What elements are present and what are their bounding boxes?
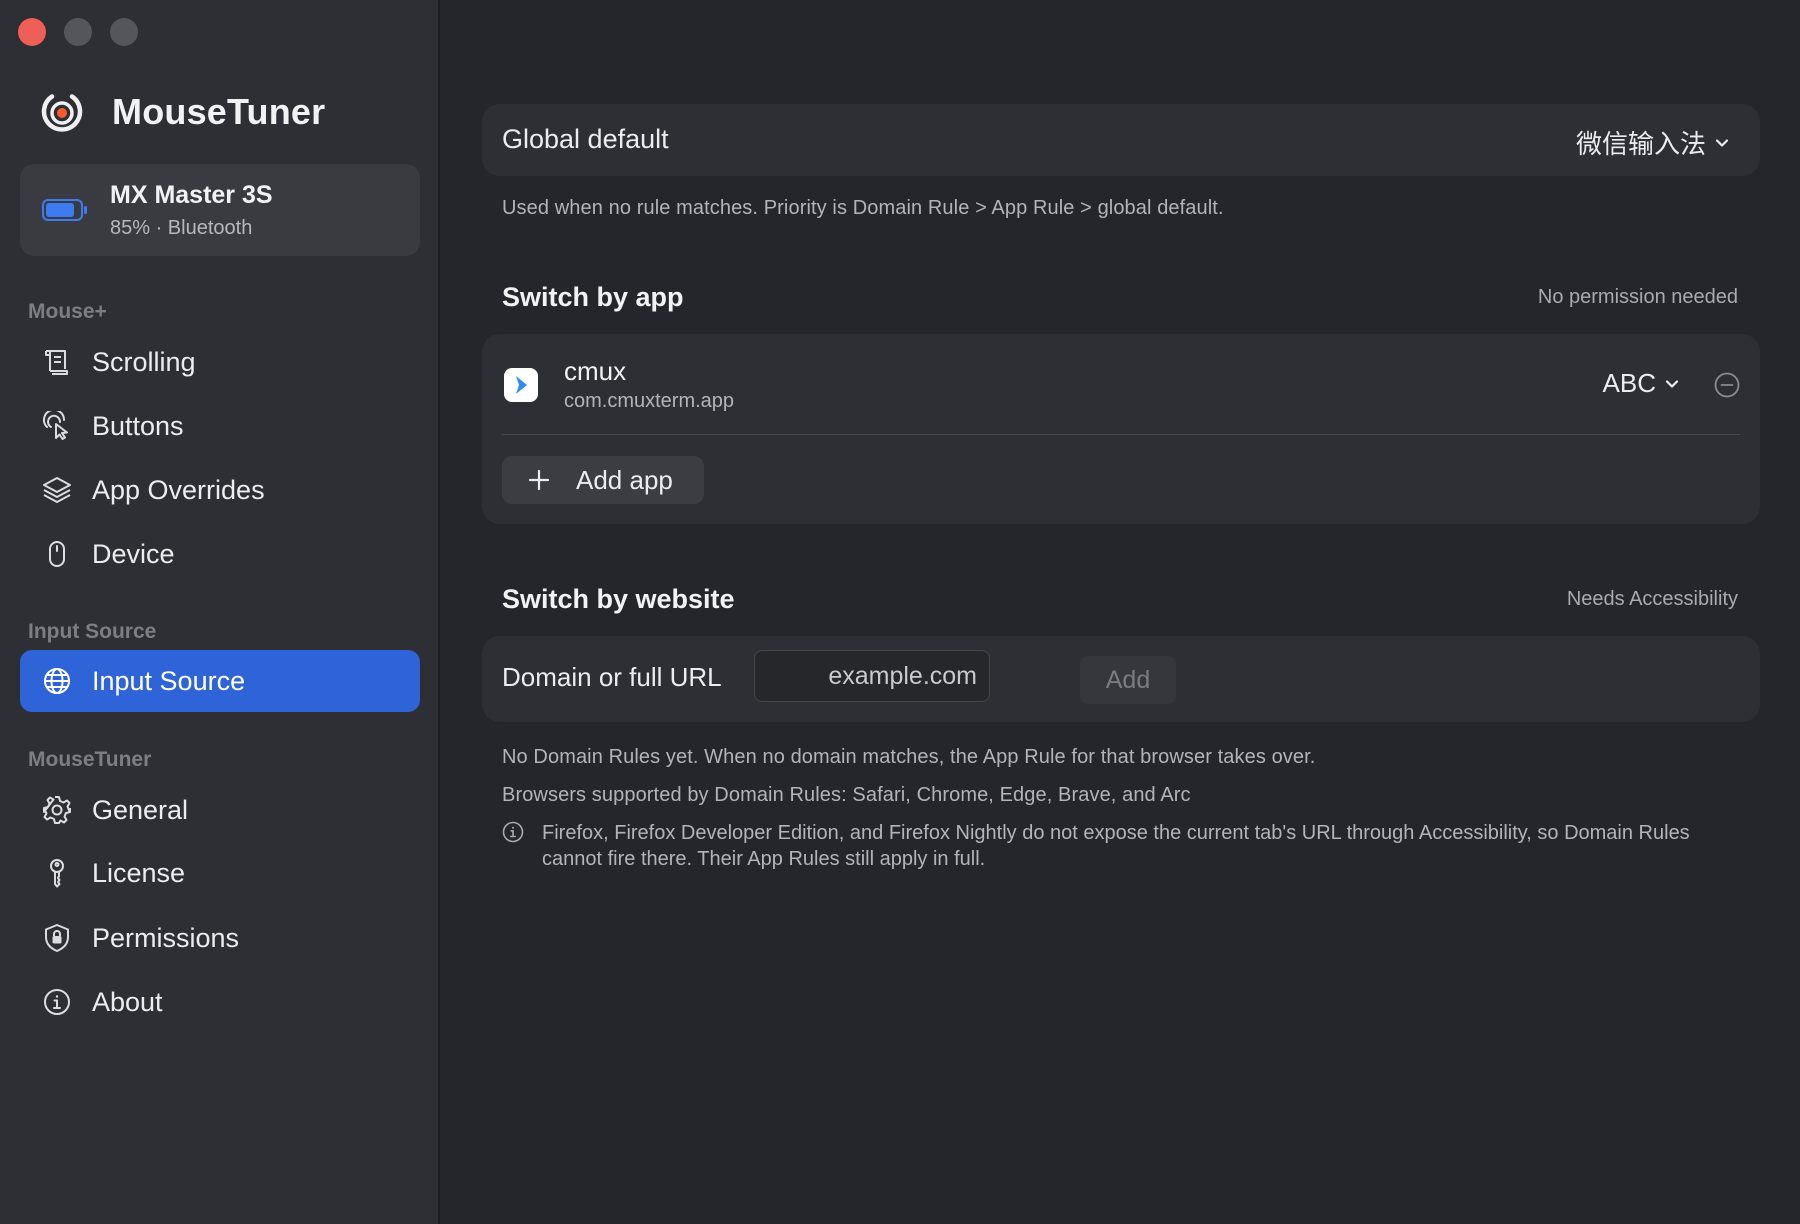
sidebar-item-license[interactable]: License — [20, 842, 420, 904]
global-default-label: Global default — [502, 124, 669, 154]
global-default-select[interactable]: 微信输入法 — [1576, 124, 1730, 161]
add-app-label: Add app — [576, 464, 673, 495]
sidebar-item-label: License — [92, 857, 186, 888]
app-input-source-select[interactable]: ABC — [1603, 368, 1680, 399]
supported-browsers-text: Browsers supported by Domain Rules: Safa… — [502, 784, 1191, 806]
shield-lock-icon — [42, 923, 72, 953]
sidebar-item-label: Permissions — [92, 922, 240, 953]
global-default-value: 微信输入法 — [1575, 129, 1706, 159]
switch-by-website-note: Needs Accessibility — [1566, 588, 1738, 610]
minimize-window-button[interactable] — [64, 18, 92, 46]
layers-icon — [42, 475, 72, 505]
app-rules-card: cmux com.cmuxterm.app ABC Add app — [482, 334, 1760, 524]
sidebar-section-input-source: Input Source — [28, 620, 157, 643]
cmux-app-icon — [504, 368, 538, 402]
sidebar-item-input-source[interactable]: Input Source — [20, 650, 420, 712]
globe-icon — [42, 666, 72, 696]
sidebar-section-mouse-plus: Mouse+ — [28, 300, 107, 323]
app-input-source-value: ABC — [1602, 368, 1656, 398]
add-domain-button[interactable]: Add — [1080, 656, 1176, 704]
global-default-card: Global default 微信输入法 — [482, 104, 1760, 176]
sidebar-item-about[interactable]: About — [20, 971, 420, 1033]
sidebar-item-app-overrides[interactable]: App Overrides — [20, 459, 420, 521]
app-rule-row: cmux com.cmuxterm.app ABC — [482, 334, 1760, 434]
app-brand: MouseTuner — [38, 84, 325, 140]
sidebar-item-label: Input Source — [92, 665, 246, 696]
sidebar-item-device[interactable]: Device — [20, 523, 420, 585]
device-status: 85% · Bluetooth — [110, 216, 253, 239]
domain-url-input[interactable] — [754, 650, 990, 702]
device-card[interactable]: MX Master 3S 85% · Bluetooth — [20, 164, 420, 256]
app-window: MouseTuner MX Master 3S 85% · Bluetooth … — [0, 0, 1800, 1224]
device-name: MX Master 3S — [110, 180, 273, 209]
sidebar-item-label: General — [92, 794, 189, 825]
sidebar-item-label: Scrolling — [92, 346, 196, 377]
domain-rule-card: Domain or full URL Add — [482, 636, 1760, 722]
mouse-icon — [42, 539, 72, 569]
battery-icon — [42, 199, 87, 221]
pointer-click-icon — [42, 411, 72, 441]
scroll-icon — [42, 347, 72, 377]
sidebar-section-mousetuner: MouseTuner — [28, 748, 152, 771]
close-window-button[interactable] — [18, 18, 46, 46]
sidebar-item-label: Buttons — [92, 410, 184, 441]
domain-rules-empty-text: No Domain Rules yet. When no domain matc… — [502, 746, 1316, 768]
info-icon — [502, 821, 524, 843]
gear-icon — [42, 795, 72, 825]
add-app-button[interactable]: Add app — [502, 456, 704, 504]
plus-icon — [528, 469, 550, 491]
sidebar-item-label: About — [92, 986, 163, 1017]
info-icon — [42, 987, 72, 1017]
sidebar-item-buttons[interactable]: Buttons — [20, 395, 420, 457]
firefox-info-text: Firefox, Firefox Developer Edition, and … — [542, 822, 1690, 870]
key-icon — [42, 858, 72, 888]
firefox-info-note: Firefox, Firefox Developer Edition, and … — [502, 820, 1742, 872]
divider — [502, 434, 1740, 435]
sidebar-item-label: Device — [92, 538, 175, 569]
sidebar-item-permissions[interactable]: Permissions — [20, 907, 420, 969]
mousetuner-logo-icon — [41, 94, 83, 132]
sidebar-item-scrolling[interactable]: Scrolling — [20, 331, 420, 393]
sidebar-item-label: App Overrides — [92, 474, 265, 505]
sidebar: MouseTuner MX Master 3S 85% · Bluetooth … — [0, 0, 440, 1224]
window-controls — [18, 18, 138, 46]
sidebar-item-general[interactable]: General — [20, 779, 420, 841]
zoom-window-button[interactable] — [110, 18, 138, 46]
chevron-down-icon — [1715, 138, 1729, 147]
chevron-down-icon — [1665, 379, 1679, 388]
switch-by-website-title: Switch by website — [502, 584, 735, 614]
domain-field-label: Domain or full URL — [502, 662, 722, 692]
app-title: MouseTuner — [112, 91, 326, 132]
device-info: MX Master 3S 85% · Bluetooth — [110, 181, 273, 240]
switch-by-app-title: Switch by app — [502, 282, 684, 312]
switch-by-app-note: No permission needed — [1537, 286, 1738, 308]
app-name: cmux — [564, 356, 627, 386]
remove-app-button[interactable] — [1714, 372, 1740, 398]
global-default-help: Used when no rule matches. Priority is D… — [502, 197, 1224, 219]
main-content: Global default 微信输入法 Used when no rule m… — [440, 0, 1800, 1224]
app-bundle-id: com.cmuxterm.app — [564, 390, 735, 412]
